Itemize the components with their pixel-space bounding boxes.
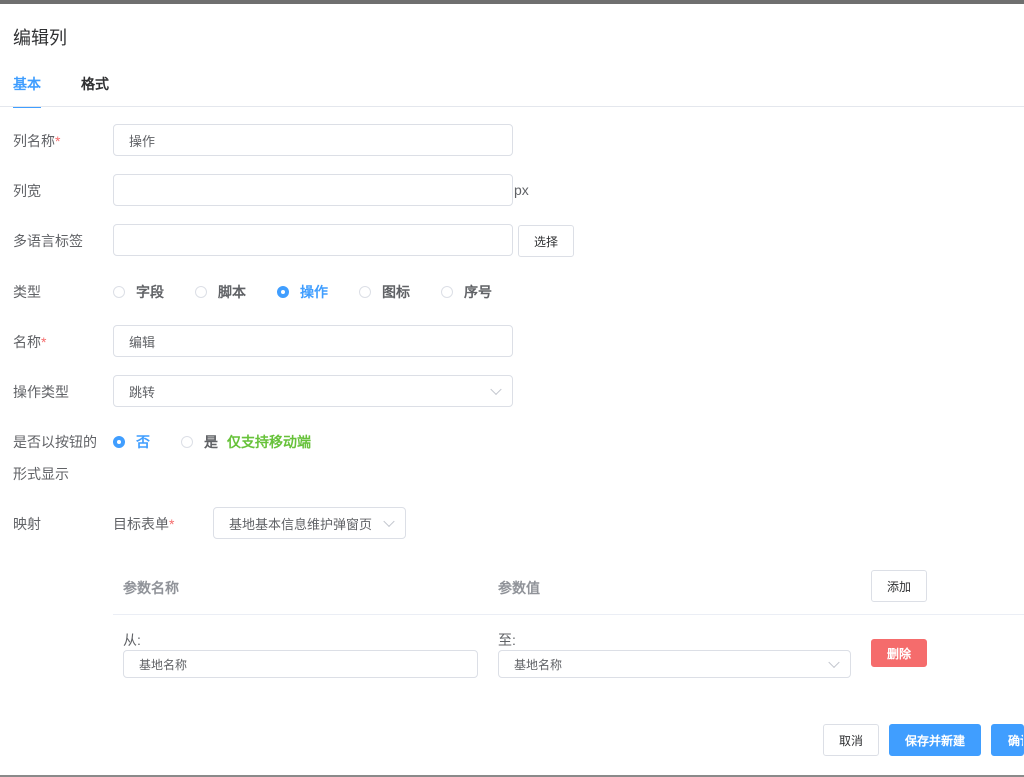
width-unit: px (514, 182, 529, 198)
action-type-label: 操作类型 (13, 384, 69, 400)
to-label: 至: (498, 632, 516, 648)
i18n-label-input[interactable] (113, 224, 513, 256)
column-name-input[interactable]: 操作 (113, 124, 513, 156)
name-label: 名称* (13, 334, 47, 350)
i18n-select-button[interactable]: 选择 (518, 225, 574, 257)
tab-basic[interactable]: 基本 (13, 75, 41, 108)
column-name-label: 列名称* (13, 133, 61, 149)
mobile-only-hint: 仅支持移动端 (227, 434, 311, 450)
tab-divider (0, 106, 1024, 107)
target-form-select[interactable]: 基地基本信息维护弹窗页 (213, 507, 406, 539)
name-input[interactable]: 编辑 (113, 325, 513, 357)
save-and-new-button[interactable]: 保存并新建 (889, 724, 981, 756)
column-width-input[interactable] (113, 174, 513, 206)
column-width-label: 列宽 (13, 183, 41, 199)
radio-checked-icon (113, 436, 125, 448)
radio-circle-icon (441, 286, 453, 298)
to-param-select[interactable]: 基地名称 (498, 650, 851, 678)
radio-circle-icon (113, 286, 125, 298)
i18n-label-label: 多语言标签 (13, 233, 83, 249)
action-type-select[interactable]: 跳转 (113, 375, 513, 407)
from-label: 从: (123, 632, 141, 648)
delete-param-button[interactable]: 删除 (871, 639, 927, 667)
target-form-label: 目标表单* (113, 516, 175, 532)
type-radio-serial[interactable]: 序号 (441, 282, 492, 302)
from-param-input[interactable]: 基地名称 (123, 650, 478, 678)
add-param-button[interactable]: 添加 (871, 570, 927, 602)
type-radio-script[interactable]: 脚本 (195, 282, 246, 302)
show-as-button-label-line2: 形式显示 (13, 466, 69, 482)
type-radio-icon[interactable]: 图标 (359, 282, 410, 302)
chevron-down-icon (490, 383, 502, 396)
type-label: 类型 (13, 284, 41, 300)
mapping-label: 映射 (13, 516, 41, 532)
show-as-button-no[interactable]: 否 (113, 432, 150, 452)
param-value-header: 参数值 (498, 580, 540, 596)
radio-circle-icon (195, 286, 207, 298)
confirm-button[interactable]: 确认 (991, 724, 1024, 756)
type-radio-action[interactable]: 操作 (277, 282, 328, 302)
type-radio-field[interactable]: 字段 (113, 282, 164, 302)
chevron-down-icon (383, 515, 395, 528)
show-as-button-label-line1: 是否以按钮的 (13, 434, 97, 450)
param-name-header: 参数名称 (123, 580, 179, 596)
chevron-down-icon (828, 656, 840, 669)
radio-checked-icon (277, 286, 289, 298)
cancel-button[interactable]: 取消 (823, 724, 879, 756)
top-edge (0, 0, 1024, 4)
radio-circle-icon (181, 436, 193, 448)
dialog-title: 编辑列 (13, 28, 67, 48)
tab-format[interactable]: 格式 (81, 75, 109, 107)
show-as-button-yes[interactable]: 是 (181, 432, 218, 452)
radio-circle-icon (359, 286, 371, 298)
